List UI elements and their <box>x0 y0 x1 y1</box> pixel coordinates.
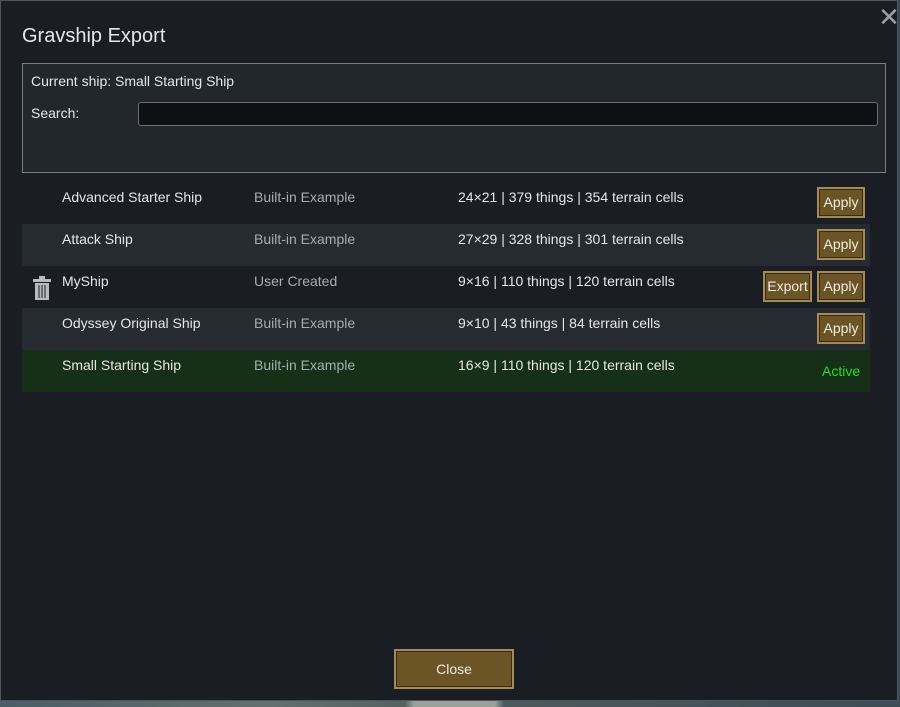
search-input[interactable] <box>138 102 878 126</box>
ship-stats: 27×29 | 328 things | 301 terrain cells <box>458 231 684 247</box>
ship-stats: 9×16 | 110 things | 120 terrain cells <box>458 273 675 289</box>
dialog-title: Gravship Export <box>22 25 166 47</box>
header-panel: Current ship: Small Starting Ship Search… <box>22 63 886 173</box>
ship-row-myship: MyShip User Created 9×16 | 110 things | … <box>22 266 870 308</box>
current-ship-label: Current ship: Small Starting Ship <box>31 73 235 89</box>
close-button[interactable]: Close <box>394 649 514 689</box>
ship-row-odyssey-original-ship: Odyssey Original Ship Built-in Example 9… <box>22 308 870 350</box>
close-icon[interactable]: ✕ <box>877 4 900 30</box>
ship-name: Small Starting Ship <box>62 357 182 373</box>
apply-button[interactable]: Apply <box>817 229 865 260</box>
ship-type: Built-in Example <box>254 357 356 373</box>
ship-list: Advanced Starter Ship Built-in Example 2… <box>22 182 870 392</box>
apply-button[interactable]: Apply <box>817 271 865 302</box>
ship-stats: 16×9 | 110 things | 120 terrain cells <box>458 357 675 373</box>
trash-icon[interactable] <box>32 276 52 300</box>
ship-row-attack-ship: Attack Ship Built-in Example 27×29 | 328… <box>22 224 870 266</box>
search-label: Search: <box>31 105 80 121</box>
ship-type: Built-in Example <box>254 315 356 331</box>
ship-name: Advanced Starter Ship <box>62 189 203 205</box>
ship-type: User Created <box>254 273 338 289</box>
export-button[interactable]: Export <box>763 271 812 302</box>
apply-button[interactable]: Apply <box>817 187 865 218</box>
ship-name: MyShip <box>62 273 109 289</box>
apply-button[interactable]: Apply <box>817 313 865 344</box>
ship-name: Odyssey Original Ship <box>62 315 201 331</box>
active-status-label: Active <box>822 363 861 379</box>
gravship-export-dialog: Gravship Export ✕ Current ship: Small St… <box>0 0 900 701</box>
background-strip <box>0 701 900 707</box>
ship-stats: 9×10 | 43 things | 84 terrain cells <box>458 315 661 331</box>
ship-type: Built-in Example <box>254 231 356 247</box>
ship-row-advanced-starter-ship: Advanced Starter Ship Built-in Example 2… <box>22 182 870 224</box>
ship-name: Attack Ship <box>62 231 133 247</box>
ship-row-small-starting-ship: Small Starting Ship Built-in Example 16×… <box>22 350 870 392</box>
ship-type: Built-in Example <box>254 189 356 205</box>
ship-stats: 24×21 | 379 things | 354 terrain cells <box>458 189 684 205</box>
